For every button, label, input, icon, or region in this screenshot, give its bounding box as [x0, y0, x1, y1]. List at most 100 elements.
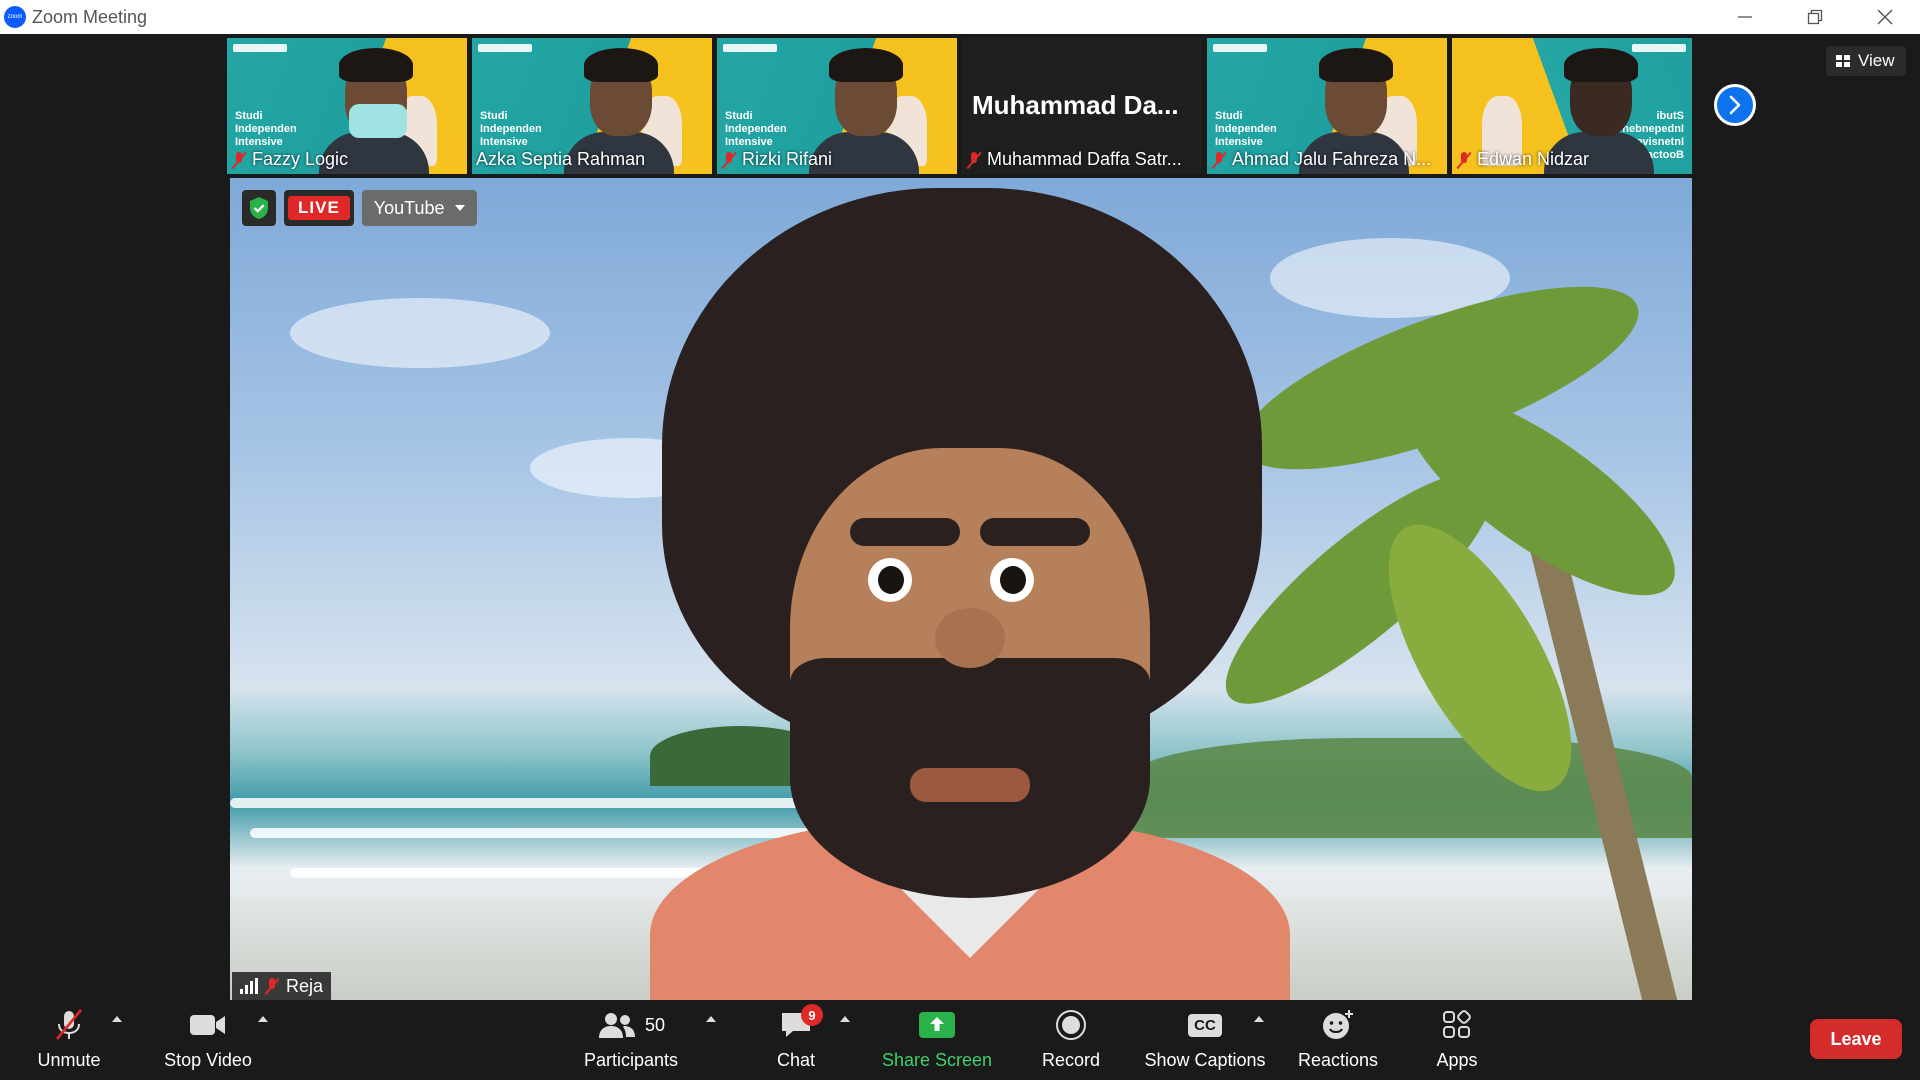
chevron-right-icon	[1729, 95, 1741, 115]
background-logo	[1632, 44, 1686, 52]
share-screen-icon	[919, 1006, 955, 1044]
avatar-nose	[935, 608, 1005, 668]
participant-thumbnail[interactable]: Studi Independen Intensive Fazzy Logic	[227, 38, 467, 174]
chat-unread-badge: 9	[801, 1004, 823, 1026]
close-window-button[interactable]	[1850, 0, 1920, 34]
speaker-name-label: Reja	[232, 972, 332, 1000]
background-caption: Studi Independen Intensive	[1215, 110, 1277, 148]
participants-button[interactable]: 50 Participants	[580, 1006, 682, 1076]
participant-thumbnail[interactable]: Studi Independen Intensive Azka Septia R…	[472, 38, 712, 174]
next-page-button[interactable]	[1714, 84, 1756, 126]
security-button[interactable]	[242, 190, 276, 226]
participant-thumbnail[interactable]: Muhammad Da... Muhammad Daffa Satr...	[962, 38, 1202, 174]
restore-button[interactable]	[1780, 0, 1850, 34]
participant-thumbnail[interactable]: ibutS nebnepednI evisnetnI pmactooB Edwa…	[1452, 38, 1692, 174]
avatar-mouth	[910, 768, 1030, 802]
signal-strength-icon	[240, 978, 258, 994]
participants-count: 50	[644, 1014, 666, 1035]
participant-thumbnail-strip: Studi Independen Intensive Fazzy Logic S…	[227, 38, 1692, 174]
minimize-button[interactable]	[1710, 0, 1780, 34]
chat-options-caret[interactable]	[840, 1016, 850, 1022]
restore-icon	[1807, 9, 1823, 25]
chat-icon: 9	[779, 1004, 823, 1044]
video-options-caret[interactable]	[258, 1016, 268, 1022]
participant-name: Rizki Rifani	[742, 149, 833, 169]
unmute-label: Unmute	[37, 1050, 101, 1070]
participant-hair	[1319, 48, 1393, 82]
mic-muted-icon	[1456, 151, 1472, 169]
caret-down-icon	[454, 205, 465, 211]
background-caption: Studi Independen Intensive	[235, 110, 297, 148]
closed-captions-icon: CC	[1188, 1006, 1222, 1044]
leave-meeting-button[interactable]: Leave	[1810, 1019, 1902, 1059]
audio-options-caret[interactable]	[112, 1016, 122, 1022]
background-caption: Studi Independen Intensive	[725, 110, 787, 148]
window-title-bar: zoom Zoom Meeting	[0, 0, 1920, 34]
background-logo	[478, 44, 532, 52]
participant-name-label: Ahmad Jalu Fahreza N...	[1211, 149, 1431, 170]
avatar-right-eye	[990, 558, 1034, 602]
share-screen-button[interactable]: Share Screen	[880, 1006, 994, 1076]
avatar-left-eye	[868, 558, 912, 602]
participant-name: Edwan Nidzar	[1477, 149, 1590, 169]
participant-display-name: Muhammad Da...	[972, 90, 1179, 120]
participants-icon: 50	[597, 1006, 665, 1044]
wave	[250, 828, 810, 838]
grid-view-icon	[1836, 55, 1850, 67]
unmute-button[interactable]: Unmute	[28, 1006, 110, 1076]
mic-muted-icon	[264, 977, 280, 995]
participant-thumbnail[interactable]: Studi Independen Intensive Ahmad Jalu Fa…	[1207, 38, 1447, 174]
shield-check-icon	[250, 197, 268, 219]
participant-hair	[339, 48, 413, 82]
mic-muted-icon	[721, 151, 737, 169]
chat-button[interactable]: 9 Chat	[768, 1004, 824, 1076]
captions-options-caret[interactable]	[1254, 1016, 1264, 1022]
share-screen-label: Share Screen	[881, 1050, 993, 1070]
mic-muted-icon	[1211, 151, 1227, 169]
participant-name-label: Azka Septia Rahman	[476, 149, 645, 170]
mic-muted-icon	[966, 151, 982, 169]
background-logo	[723, 44, 777, 52]
stream-target-dropdown[interactable]: YouTube	[361, 190, 477, 226]
participant-name: Muhammad Daffa Satr...	[987, 149, 1182, 169]
background-caption: Studi Independen Intensive	[480, 110, 542, 148]
reactions-label: Reactions	[1297, 1050, 1379, 1070]
live-badge: LIVE	[288, 196, 350, 220]
participant-name-label: Fazzy Logic	[231, 149, 348, 170]
mic-muted-icon	[231, 151, 247, 169]
close-icon	[1877, 9, 1893, 25]
record-button[interactable]: Record	[1038, 1006, 1104, 1076]
chat-label: Chat	[776, 1050, 816, 1070]
apps-button[interactable]: Apps	[1432, 1006, 1482, 1076]
apps-icon	[1442, 1006, 1472, 1044]
reactions-button[interactable]: Reactions	[1296, 1006, 1380, 1076]
stop-video-label: Stop Video	[164, 1050, 252, 1070]
participant-name-label: Rizki Rifani	[721, 149, 832, 170]
cloud	[290, 298, 550, 368]
record-label: Record	[1041, 1050, 1101, 1070]
participant-name: Azka Septia Rahman	[476, 149, 646, 169]
live-status[interactable]: LIVE	[284, 190, 354, 226]
participants-options-caret[interactable]	[706, 1016, 716, 1022]
apps-label: Apps	[1436, 1050, 1478, 1070]
avatar-left-brow	[850, 518, 960, 546]
view-button[interactable]: View	[1826, 46, 1906, 76]
zoom-app-icon: zoom	[4, 6, 26, 28]
participant-hair	[584, 48, 658, 82]
background-logo	[233, 44, 287, 52]
participant-name-label: Edwan Nidzar	[1456, 149, 1589, 170]
meeting-status-badges: LIVE YouTube	[242, 190, 477, 226]
stop-video-button[interactable]: Stop Video	[160, 1006, 256, 1076]
participant-name: Ahmad Jalu Fahreza N...	[1232, 149, 1432, 169]
participant-thumbnail[interactable]: Studi Independen Intensive Rizki Rifani	[717, 38, 957, 174]
window-title: Zoom Meeting	[32, 7, 148, 27]
participant-hair	[829, 48, 903, 82]
participant-name-label: Muhammad Daffa Satr...	[966, 149, 1182, 170]
active-speaker-video: LIVE YouTube Reja	[230, 178, 1692, 1000]
show-captions-button[interactable]: CC Show Captions	[1142, 1006, 1268, 1076]
view-label: View	[1858, 51, 1895, 70]
meeting-controls-toolbar: Unmute Stop Video 50 Participants 9 Chat…	[0, 1000, 1920, 1080]
show-captions-label: Show Captions	[1144, 1050, 1266, 1070]
minimize-icon	[1738, 16, 1752, 18]
stream-target-label: YouTube	[373, 197, 445, 218]
